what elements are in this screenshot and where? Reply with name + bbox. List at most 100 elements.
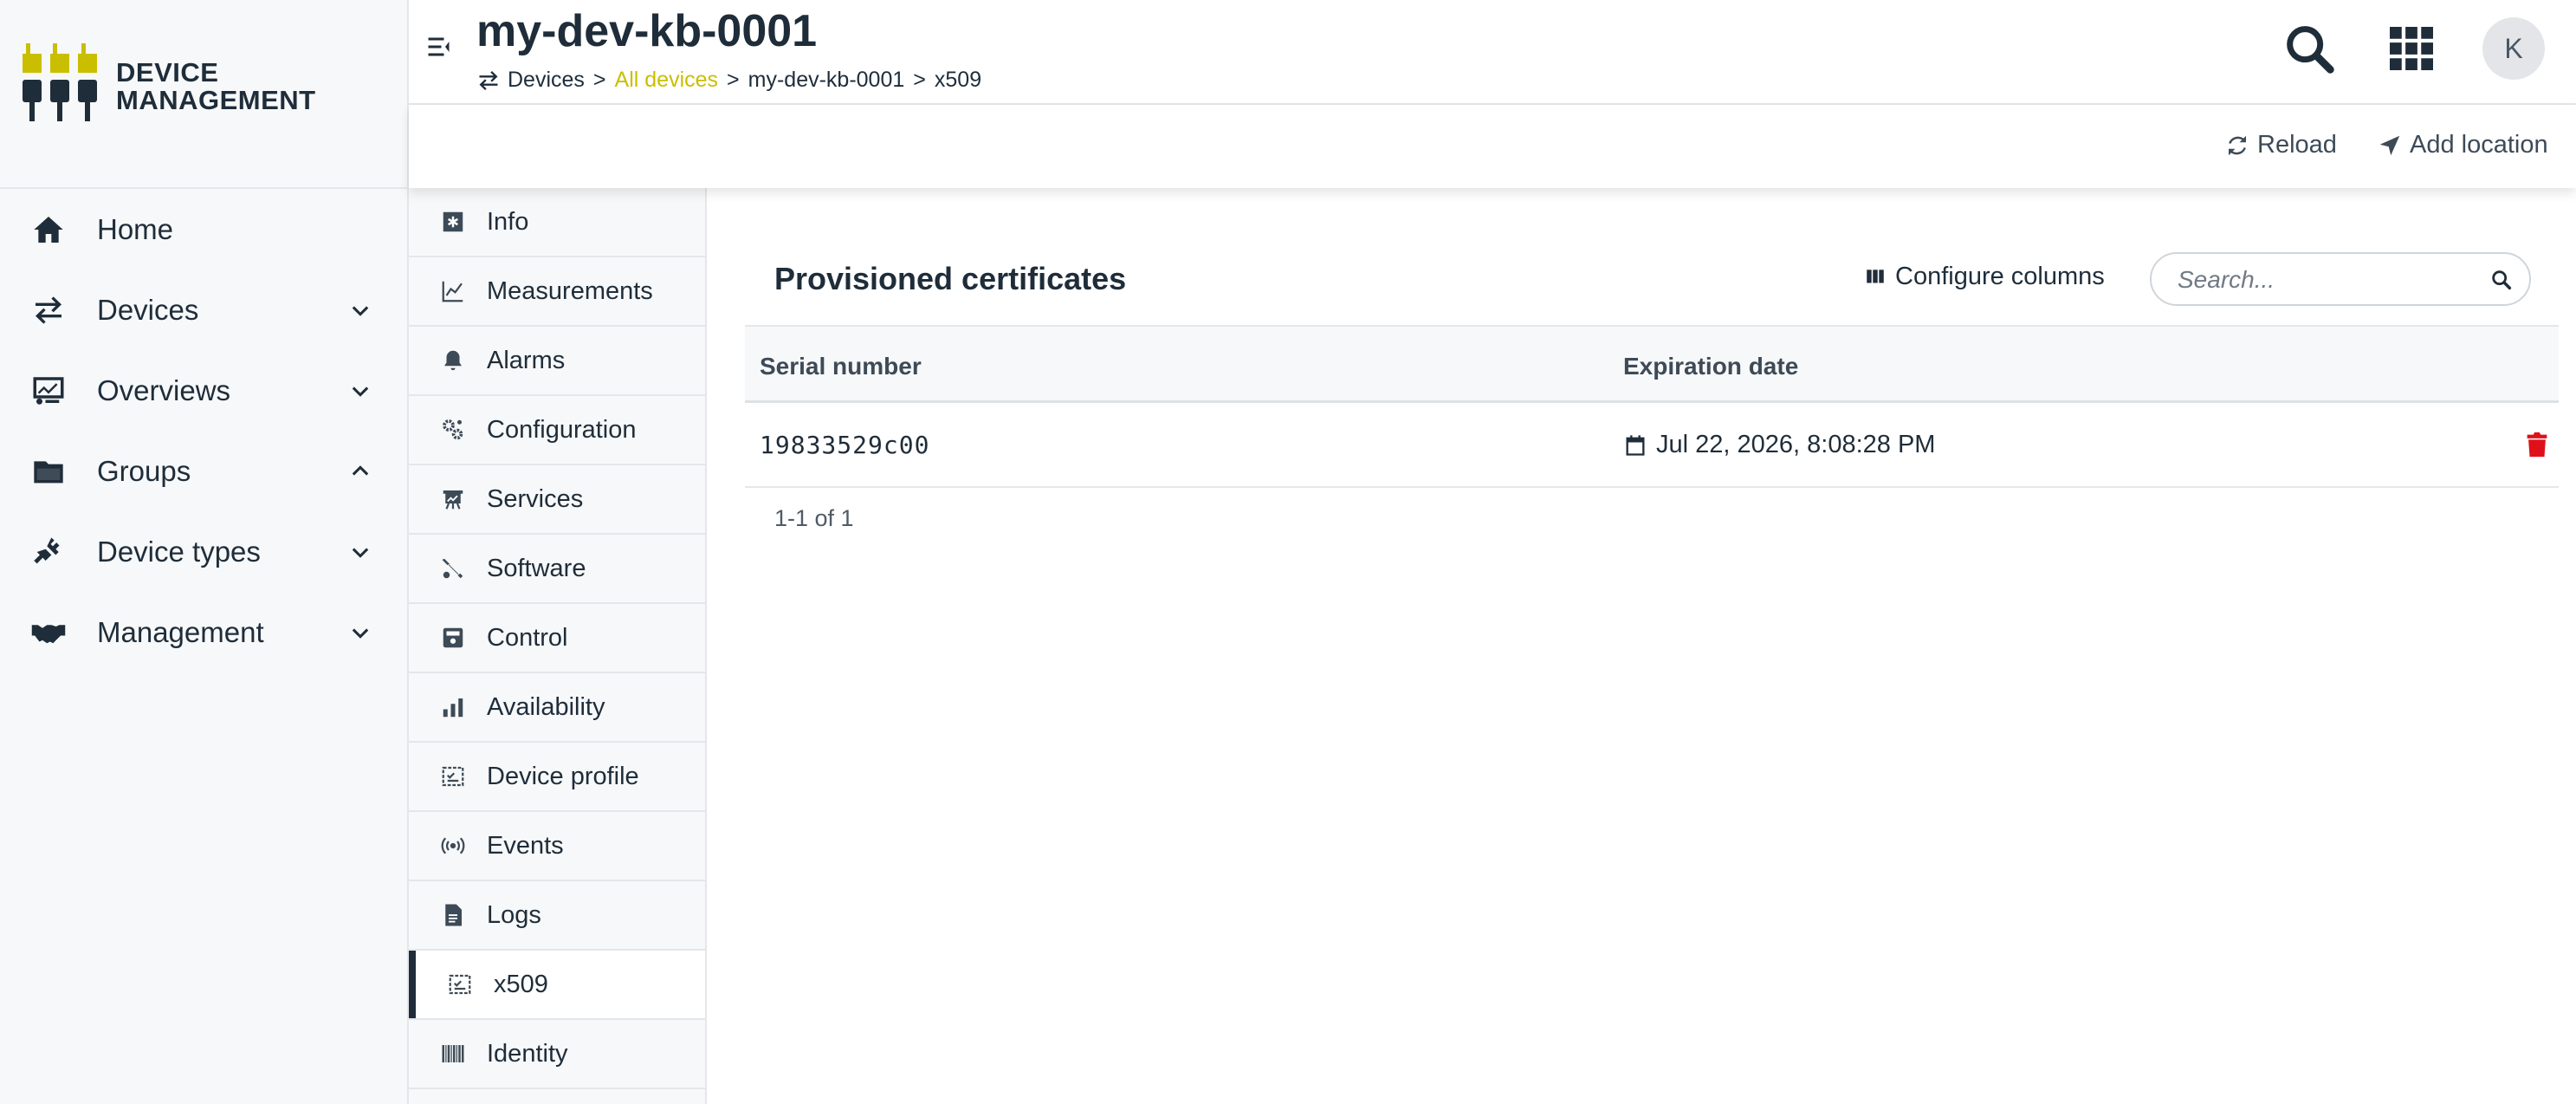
search-field[interactable]	[2150, 252, 2531, 306]
brand-line-2: MANAGEMENT	[116, 85, 316, 115]
tab-events[interactable]: Events	[409, 812, 705, 881]
tab-label: Software	[487, 554, 586, 582]
location-arrow-icon	[2379, 135, 2400, 155]
tab-label: Measurements	[487, 276, 653, 305]
home-icon	[29, 211, 68, 249]
bell-icon	[438, 346, 468, 375]
delete-trash-icon[interactable]	[2522, 429, 2552, 460]
overviews-icon	[29, 372, 68, 410]
brand-logo[interactable]: DEVICE MANAGEMENT	[23, 42, 386, 128]
tab-services[interactable]: Services	[409, 465, 705, 535]
handshake-icon	[29, 614, 68, 652]
nav-item-home[interactable]: Home	[0, 189, 407, 270]
nav-item-device-types[interactable]: Device types	[0, 511, 407, 592]
reload-button[interactable]: Reload	[2224, 131, 2337, 159]
folder-icon	[29, 452, 68, 490]
expiration-date-cell: Jul 22, 2026, 8:08:28 PM	[1623, 431, 1935, 459]
tab-software[interactable]: Software	[409, 535, 705, 604]
tab-label: Info	[487, 207, 529, 236]
chevron-down-icon[interactable]	[348, 540, 372, 564]
wrench-icon	[438, 554, 468, 583]
breadcrumb-device: my-dev-kb-0001	[748, 68, 905, 92]
info-icon	[438, 207, 468, 237]
serial-number-cell: 19833529c00	[760, 431, 930, 459]
app-sidebar: DEVICE MANAGEMENT Home Devices Overviews	[0, 0, 409, 1104]
brand-line-1: DEVICE	[116, 57, 219, 88]
broadcast-icon	[438, 831, 468, 860]
tab-device-profile[interactable]: Device profile	[409, 743, 705, 812]
tab-label: Control	[487, 623, 568, 652]
column-header-serial[interactable]: Serial number	[760, 353, 922, 380]
refresh-icon	[2229, 135, 2246, 155]
tab-label: x509	[494, 970, 548, 998]
document-icon	[438, 900, 468, 930]
calendar-icon	[1626, 434, 1645, 456]
tab-configuration[interactable]: Configuration	[409, 396, 705, 465]
nav-label: Groups	[97, 454, 191, 487]
tab-logs[interactable]: Logs	[409, 881, 705, 951]
nav-label: Management	[97, 615, 264, 648]
tab-label: Logs	[487, 900, 541, 929]
breadcrumb-separator: >	[913, 68, 926, 92]
device-tabs: Info Measurements Alarms Configuration S…	[409, 188, 707, 1104]
chevron-down-icon[interactable]	[348, 379, 372, 403]
tab-label: Alarms	[487, 346, 566, 374]
chevron-up-icon[interactable]	[348, 459, 372, 484]
control-icon	[438, 623, 468, 653]
plug-icon	[29, 533, 68, 571]
search-icon[interactable]	[2489, 268, 2514, 292]
breadcrumb-link-all-devices[interactable]: All devices	[615, 68, 719, 93]
user-avatar[interactable]: K	[2482, 17, 2545, 80]
action-bar: Reload Add location	[409, 105, 2576, 188]
tab-availability[interactable]: Availability	[409, 673, 705, 743]
tab-label: Availability	[487, 692, 605, 721]
page-header: my-dev-kb-0001 Devices > All devices > m…	[409, 0, 2576, 105]
nav-item-devices[interactable]: Devices	[0, 270, 407, 350]
gears-icon	[438, 415, 468, 445]
nav-item-management[interactable]: Management	[0, 592, 407, 672]
devices-icon	[479, 70, 498, 90]
breadcrumb: Devices > All devices > my-dev-kb-0001 >…	[476, 68, 981, 93]
plugs-logo-icon	[23, 43, 97, 121]
expiration-date-value: Jul 22, 2026, 8:08:28 PM	[1656, 431, 1936, 458]
table-row[interactable]: 19833529c00 Jul 22, 2026, 8:08:28 PM	[745, 403, 2559, 488]
breadcrumb-separator: >	[592, 68, 606, 92]
tab-label: Services	[487, 484, 584, 513]
certificates-table: Serial number Expiration date 19833529c0…	[745, 325, 2559, 488]
add-location-label: Add location	[2410, 131, 2548, 159]
tab-label: Events	[487, 831, 564, 860]
certificates-panel: Provisioned certificates Configure colum…	[707, 188, 2576, 1104]
nav-label: Overviews	[97, 373, 231, 406]
add-location-button[interactable]: Add location	[2377, 131, 2548, 159]
search-input[interactable]	[2178, 264, 2472, 295]
configure-columns-label: Configure columns	[1895, 263, 2105, 290]
nav-label: Device types	[97, 535, 261, 568]
chevron-down-icon[interactable]	[348, 298, 372, 322]
chevron-down-icon[interactable]	[348, 620, 372, 645]
search-icon[interactable]	[2280, 19, 2340, 80]
collapse-menu-icon[interactable]	[424, 31, 456, 62]
tab-alarms[interactable]: Alarms	[409, 327, 705, 396]
tab-measurements[interactable]: Measurements	[409, 257, 705, 327]
nav-item-overviews[interactable]: Overviews	[0, 350, 407, 431]
tab-x509[interactable]: x509	[409, 951, 705, 1020]
column-header-expiration[interactable]: Expiration date	[1623, 353, 1798, 380]
services-icon	[438, 484, 468, 514]
breadcrumb-current: x509	[934, 68, 982, 92]
configure-columns-button[interactable]: Configure columns	[1864, 263, 2105, 291]
tab-label: Identity	[487, 1039, 568, 1068]
main-navigation: Home Devices Overviews Groups Device typ…	[0, 189, 407, 672]
tab-identity[interactable]: Identity	[409, 1020, 705, 1089]
reload-label: Reload	[2257, 131, 2337, 159]
barcode-icon	[438, 1039, 468, 1068]
nav-item-groups[interactable]: Groups	[0, 431, 407, 511]
table-header: Serial number Expiration date	[745, 325, 2559, 403]
certificate-icon	[445, 970, 475, 999]
panel-title: Provisioned certificates	[774, 261, 1127, 296]
tab-info[interactable]: Info	[409, 188, 705, 257]
page-title: my-dev-kb-0001	[476, 6, 818, 56]
nav-label: Home	[97, 212, 174, 245]
chart-line-icon	[438, 276, 468, 306]
tab-control[interactable]: Control	[409, 604, 705, 673]
app-switcher-icon[interactable]	[2385, 23, 2437, 75]
